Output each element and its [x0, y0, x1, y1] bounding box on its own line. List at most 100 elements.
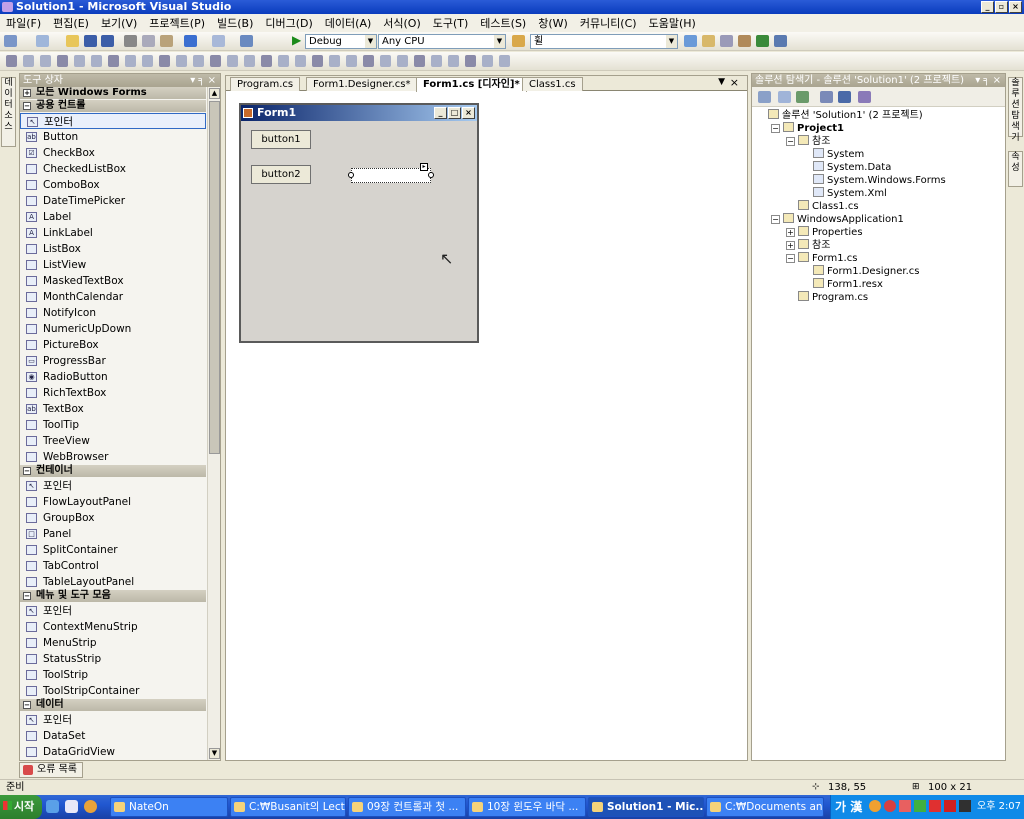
collapse-icon[interactable]: −: [786, 137, 795, 146]
layout-tool-icon[interactable]: [329, 55, 340, 67]
view-code-icon[interactable]: [820, 91, 833, 103]
collapse-icon[interactable]: −: [771, 215, 780, 224]
save-all-icon[interactable]: [101, 35, 114, 47]
toolbox-item-combobox[interactable]: ComboBox: [20, 177, 206, 193]
toolbox-category-2[interactable]: − 컨테이너: [20, 465, 206, 477]
layout-tool-icon[interactable]: [40, 55, 51, 67]
tree-node[interactable]: Form1.Designer.cs: [756, 265, 1002, 278]
selected-textbox-control[interactable]: ▸: [348, 163, 434, 183]
toolbox-item-listbox[interactable]: ListBox: [20, 241, 206, 257]
object-browser-icon[interactable]: [720, 35, 733, 47]
toolbox-item-label[interactable]: A Label: [20, 209, 206, 225]
layout-tool-icon[interactable]: [499, 55, 510, 67]
layout-tool-icon[interactable]: [91, 55, 102, 67]
button1-control[interactable]: button1: [251, 130, 311, 149]
tray-icon-7[interactable]: [959, 800, 971, 812]
tab-list-icon[interactable]: ▼: [718, 77, 725, 87]
resize-handle-right[interactable]: [428, 172, 434, 178]
menu-item-0[interactable]: 파일(F): [0, 15, 47, 31]
close-button[interactable]: ×: [1009, 1, 1022, 13]
toolbox-item-flowlayoutpanel[interactable]: FlowLayoutPanel: [20, 494, 206, 510]
layout-tool-icon[interactable]: [448, 55, 459, 67]
error-list-tab[interactable]: 오류 목록: [19, 762, 83, 778]
toolbox-item-checkedlistbox[interactable]: CheckedListBox: [20, 161, 206, 177]
tray-icon-3[interactable]: [899, 800, 911, 812]
start-page-icon[interactable]: [756, 35, 769, 47]
tray-icon-1[interactable]: [869, 800, 881, 812]
paste-icon[interactable]: [160, 35, 173, 47]
layout-tool-icon[interactable]: [431, 55, 442, 67]
button2-control[interactable]: button2: [251, 165, 311, 184]
toolbox-item-maskedtextbox[interactable]: MaskedTextBox: [20, 273, 206, 289]
new-project-icon[interactable]: [4, 35, 17, 47]
toolbox-item-toolstrip[interactable]: ToolStrip: [20, 667, 206, 683]
save-icon[interactable]: [84, 35, 97, 47]
toolbox-item-notifyicon[interactable]: NotifyIcon: [20, 305, 206, 321]
menu-item-9[interactable]: 테스트(S): [474, 15, 532, 31]
minimize-button[interactable]: _: [981, 1, 994, 13]
expand-icon[interactable]: +: [786, 241, 795, 250]
clock[interactable]: 오후 2:07: [977, 795, 1021, 819]
toolbox-item-numericupdown[interactable]: NumericUpDown: [20, 321, 206, 337]
toolbox-item-listview[interactable]: ListView: [20, 257, 206, 273]
layout-tool-icon[interactable]: [397, 55, 408, 67]
designer-form[interactable]: Form1 _ □ × button1 button2 ▸: [239, 103, 479, 343]
menu-item-1[interactable]: 편집(E): [47, 15, 95, 31]
menu-item-3[interactable]: 프로젝트(P): [143, 15, 211, 31]
properties-view-icon[interactable]: [758, 91, 771, 103]
toolbox-item-tabcontrol[interactable]: TabControl: [20, 558, 206, 574]
refresh-icon[interactable]: [796, 91, 809, 103]
toolbox-item-panel[interactable]: □ Panel: [20, 526, 206, 542]
toolbox-item-toolstripcontainer[interactable]: ToolStripContainer: [20, 683, 206, 699]
toolbox-item-contextmenustrip[interactable]: ContextMenuStrip: [20, 619, 206, 635]
layout-tool-icon[interactable]: [142, 55, 153, 67]
toolbox-item-progressbar[interactable]: ▭ ProgressBar: [20, 353, 206, 369]
taskbar-item-2[interactable]: 09장 컨트롤과 첫 ...: [348, 797, 466, 817]
properties-icon[interactable]: [702, 35, 715, 47]
taskbar-item-3[interactable]: 10장 윈도우 바닥 ...: [468, 797, 586, 817]
tree-node[interactable]: − 참조: [756, 135, 1002, 148]
find-combo[interactable]: 휠 ▼: [530, 34, 678, 49]
toolbox-item-statusstrip[interactable]: StatusStrip: [20, 651, 206, 667]
toolbox-category-0[interactable]: + 모든 Windows Forms: [20, 87, 206, 99]
ie-quicklaunch-icon[interactable]: [46, 800, 59, 813]
toolbox-item-datagridview[interactable]: DataGridView: [20, 744, 206, 760]
tree-node[interactable]: + 참조: [756, 239, 1002, 252]
solution-config-select[interactable]: Debug ▼: [305, 34, 377, 49]
toolbox-item-tooltip[interactable]: ToolTip: [20, 417, 206, 433]
menu-item-10[interactable]: 창(W): [532, 15, 574, 31]
class-diagram-icon[interactable]: [858, 91, 871, 103]
tree-node[interactable]: System.Xml: [756, 187, 1002, 200]
open-file-icon[interactable]: [66, 35, 79, 47]
show-desktop-icon[interactable]: [65, 800, 78, 813]
navigate-icon[interactable]: [240, 35, 253, 47]
menu-item-4[interactable]: 빌드(B): [211, 15, 259, 31]
tree-node[interactable]: System.Windows.Forms: [756, 174, 1002, 187]
layout-tool-icon[interactable]: [159, 55, 170, 67]
browser-quicklaunch-icon[interactable]: [84, 800, 97, 813]
menu-item-6[interactable]: 데이터(A): [319, 15, 377, 31]
add-item-icon[interactable]: [36, 35, 49, 47]
tree-node[interactable]: + Properties: [756, 226, 1002, 239]
toolbox-item-dataset[interactable]: DataSet: [20, 728, 206, 744]
find-in-files-icon[interactable]: [512, 35, 525, 47]
layout-tool-icon[interactable]: [210, 55, 221, 67]
menu-item-5[interactable]: 디버그(D): [259, 15, 318, 31]
toolbox-item-menustrip[interactable]: MenuStrip: [20, 635, 206, 651]
toolbox-item-radiobutton[interactable]: ◉ RadioButton: [20, 369, 206, 385]
collapse-icon[interactable]: −: [23, 592, 31, 600]
toolbox-item-[interactable]: ↖ 포인터: [20, 478, 206, 494]
layout-tool-icon[interactable]: [74, 55, 85, 67]
view-designer-icon[interactable]: [838, 91, 851, 103]
layout-tool-icon[interactable]: [193, 55, 204, 67]
toolbox-scrollbar[interactable]: ▲ ▼: [207, 87, 220, 760]
tree-node[interactable]: System.Data: [756, 161, 1002, 174]
close-tab-icon[interactable]: ×: [730, 76, 739, 89]
solution-platform-select[interactable]: Any CPU ▼: [378, 34, 506, 49]
tree-node[interactable]: System: [756, 148, 1002, 161]
tree-node[interactable]: − Form1.cs: [756, 252, 1002, 265]
cut-icon[interactable]: [124, 35, 137, 47]
command-window-icon[interactable]: [774, 35, 787, 47]
layout-tool-icon[interactable]: [414, 55, 425, 67]
menu-item-7[interactable]: 서식(O): [377, 15, 426, 31]
